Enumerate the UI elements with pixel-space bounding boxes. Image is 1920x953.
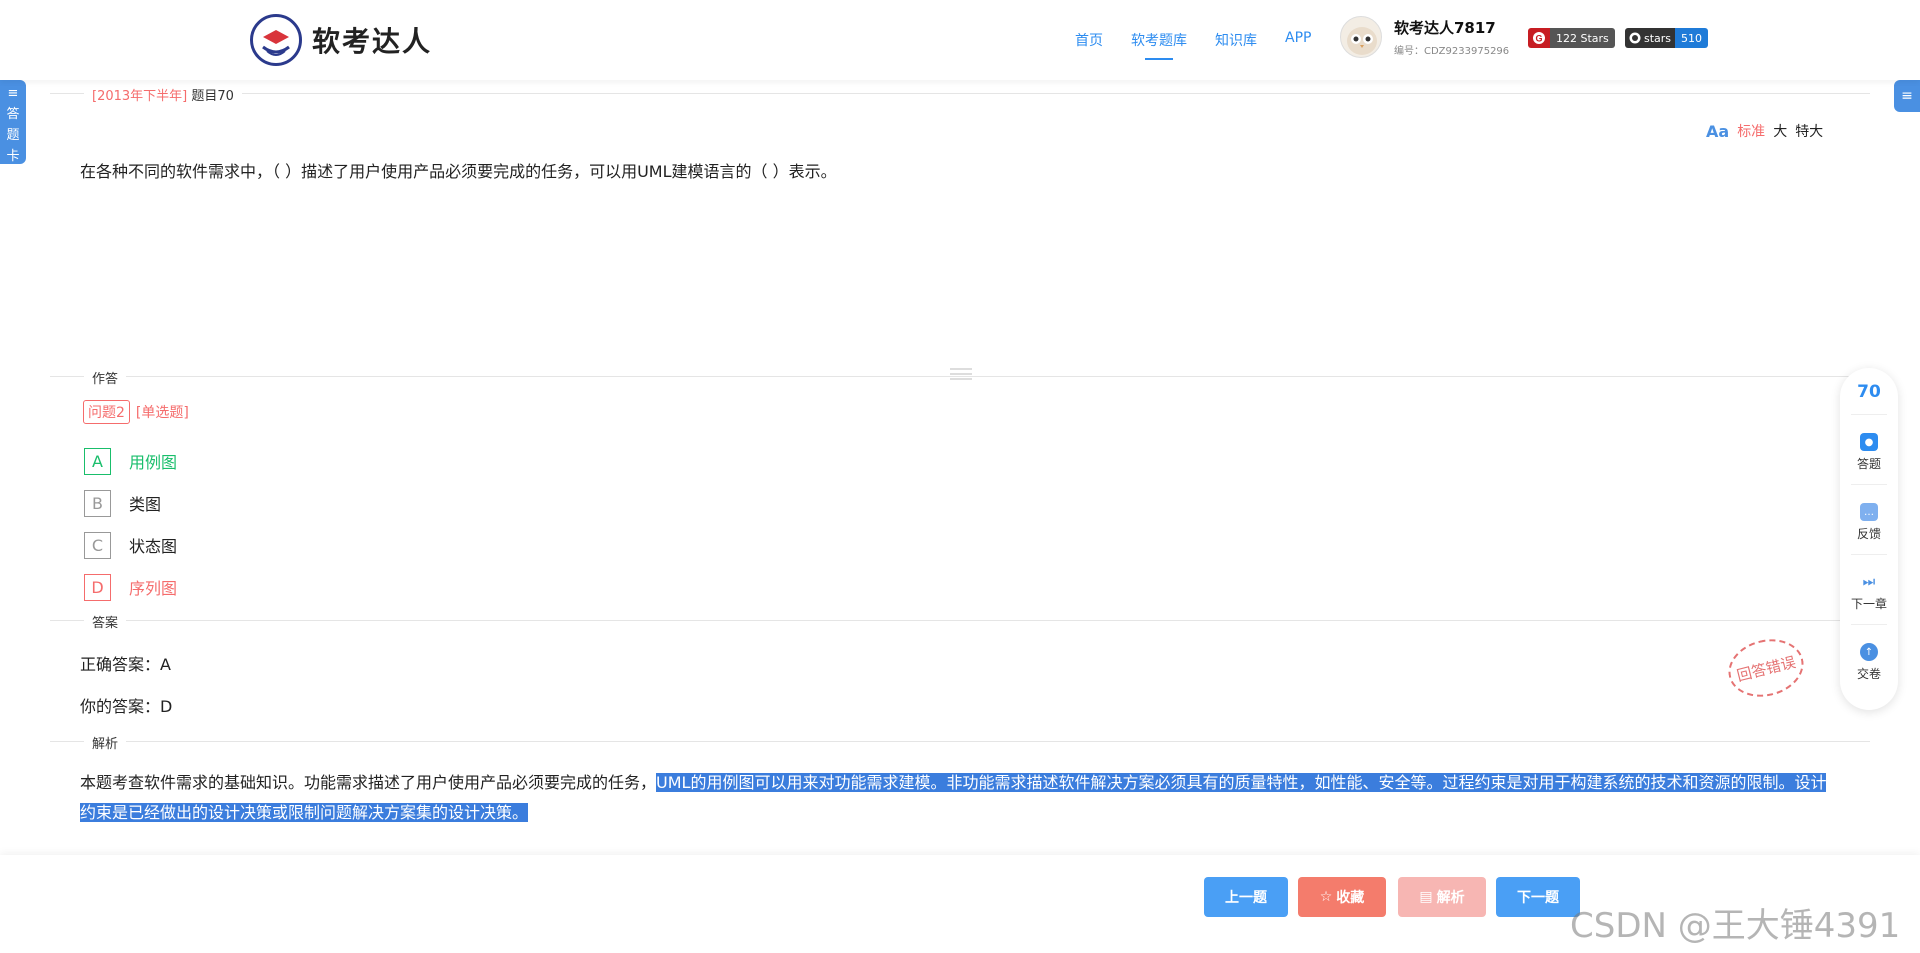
answer-section-label: 作答 — [84, 368, 127, 387]
nav-knowledge[interactable]: 知识库 — [1215, 30, 1257, 50]
question-meta-section: [2013年下半年] 题目70 — [50, 83, 1870, 104]
nav-question-bank[interactable]: 软考题库 — [1131, 30, 1187, 60]
gitee-icon: G — [1528, 28, 1550, 48]
resize-handle[interactable] — [950, 368, 972, 380]
svg-text:G: G — [1535, 34, 1542, 44]
submit-paper-button[interactable]: ↑ 交卷 — [1857, 643, 1881, 682]
option-letter: B — [84, 489, 111, 517]
logo-emblem-icon — [250, 14, 302, 66]
chat-icon: … — [1859, 503, 1878, 521]
right-menu-tab[interactable]: ≡ — [1894, 80, 1920, 112]
watermark: CSDN @王大锤4391 — [1570, 906, 1901, 946]
star-icon: ☆ — [1319, 889, 1333, 905]
nav-home[interactable]: 首页 — [1075, 30, 1103, 50]
github-stars-label: stars — [1644, 31, 1672, 45]
option-c[interactable]: C 状态图 — [84, 524, 177, 566]
font-standard[interactable]: 标准 — [1737, 121, 1765, 141]
next-chapter-button[interactable]: ⏭ 下一章 — [1851, 573, 1887, 612]
menu-icon: ≡ — [7, 86, 19, 101]
user-id: 编号：CDZ9233975296 — [1394, 46, 1510, 57]
analysis-button[interactable]: ▤ 解析 — [1398, 877, 1486, 917]
answer-card-label-1: 答 — [6, 107, 20, 122]
answer-card-label-2: 题 — [6, 128, 20, 143]
font-large[interactable]: 大 — [1773, 121, 1787, 141]
menu-icon: ≡ — [1901, 88, 1913, 104]
type-tag: [单选题] — [135, 405, 189, 421]
correct-answer: 正确答案：A — [80, 655, 171, 674]
your-answer: 你的答案：D — [80, 697, 173, 716]
analysis-plain: 本题考查软件需求的基础知识。功能需求描述了用户使用产品必须要完成的任务， — [80, 773, 657, 792]
favorite-button[interactable]: ☆ 收藏 — [1298, 877, 1386, 917]
font-size-switcher: Aa 标准 大 特大 — [1706, 121, 1823, 141]
analysis-text: 本题考查软件需求的基础知识。功能需求描述了用户使用产品必须要完成的任务，UML的… — [80, 768, 1840, 828]
analysis-section-label: 解析 — [84, 733, 127, 752]
option-b[interactable]: B 类图 — [84, 482, 177, 524]
analysis-section-header: 解析 — [50, 731, 1870, 752]
nav-app[interactable]: APP — [1285, 30, 1311, 50]
option-text: 序列图 — [129, 579, 178, 598]
option-d[interactable]: D 序列图 — [84, 566, 177, 608]
option-a[interactable]: A 用例图 — [84, 440, 177, 482]
question-tags: 问题2 [单选题] — [83, 400, 189, 424]
github-icon — [1629, 32, 1641, 44]
option-letter: C — [84, 531, 111, 559]
option-letter: A — [84, 447, 111, 475]
feedback-button[interactable]: … 反馈 — [1857, 503, 1881, 542]
answer-sheet-button[interactable]: ● 答题 — [1857, 433, 1881, 472]
prev-question-button[interactable]: 上一题 — [1204, 877, 1288, 917]
question-number: 题目70 — [191, 89, 234, 104]
options-list: A 用例图 B 类图 C 状态图 D 序列图 — [84, 440, 177, 608]
question-text: 在各种不同的软件需求中，（ ）描述了用户使用产品必须要完成的任务，可以用UML建… — [80, 162, 837, 181]
next-question-button[interactable]: 下一题 — [1496, 877, 1580, 917]
result-section-header: 答案 — [50, 610, 1870, 631]
current-question-number: 70 — [1857, 382, 1881, 402]
wrong-answer-stamp: 回答错误 — [1722, 631, 1810, 705]
font-size-icon: Aa — [1706, 121, 1730, 141]
option-text: 状态图 — [129, 537, 178, 556]
main-nav: 首页 软考题库 知识库 APP — [1075, 30, 1311, 60]
top-header: 软考达人 首页 软考题库 知识库 APP 软考达人7817 编号：CDZ9233… — [0, 0, 1920, 80]
gitee-stars-badge[interactable]: G 122 Stars — [1528, 28, 1615, 48]
font-xlarge[interactable]: 特大 — [1795, 121, 1823, 141]
answer-card-label-3: 卡 — [6, 149, 20, 164]
right-float-panel: 70 ● 答题 … 反馈 ⏭ 下一章 ↑ 交卷 — [1840, 368, 1898, 710]
option-text: 类图 — [129, 495, 162, 514]
option-letter: D — [84, 573, 111, 601]
exam-period-tag: [2013年下半年] — [92, 89, 188, 104]
answer-sheet-icon: ● — [1859, 433, 1878, 451]
option-text: 用例图 — [129, 453, 178, 472]
upload-arrow-icon: ↑ — [1859, 643, 1878, 661]
skip-next-icon: ⏭ — [1859, 573, 1878, 591]
gitee-stars-count: 122 Stars — [1550, 28, 1615, 48]
github-stars-count: 510 — [1675, 28, 1709, 48]
user-profile[interactable]: 软考达人7817 编号：CDZ9233975296 — [1340, 16, 1509, 58]
answer-card-tab[interactable]: ≡ 答 题 卡 — [0, 80, 26, 164]
github-stars-badge[interactable]: stars 510 — [1625, 28, 1709, 48]
problem-tag: 问题2 — [83, 400, 130, 424]
avatar[interactable] — [1340, 16, 1382, 58]
logo-text: 软考达人 — [312, 25, 433, 58]
document-icon: ▤ — [1419, 889, 1433, 905]
site-logo[interactable]: 软考达人 — [250, 14, 432, 66]
user-name: 软考达人7817 — [1394, 19, 1496, 37]
result-section-label: 答案 — [84, 612, 127, 631]
